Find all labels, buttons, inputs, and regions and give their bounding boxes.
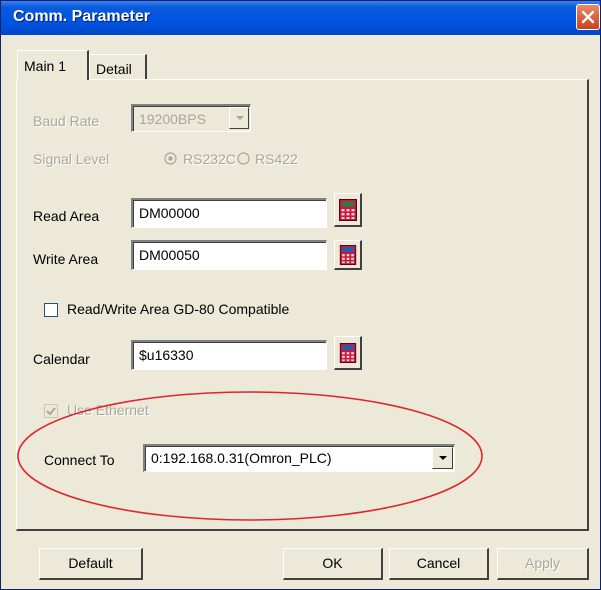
use-ethernet-checkbox (44, 404, 58, 418)
rs422-label: RS422 (255, 151, 298, 167)
use-ethernet-label: Use Ethernet (67, 402, 149, 418)
rs232c-label: RS232C (183, 151, 236, 167)
default-button[interactable]: Default (39, 548, 143, 580)
window-title: Comm. Parameter (13, 8, 150, 25)
close-button[interactable] (576, 4, 600, 30)
rs422-radio (237, 152, 250, 165)
tab-detail-label: Detail (96, 61, 132, 77)
calculator-icon (339, 199, 357, 221)
close-icon (581, 10, 595, 24)
connect-to-select[interactable]: 0:192.168.0.31(Omron_PLC) (143, 444, 455, 472)
read-area-value: DM00000 (139, 205, 200, 221)
calendar-input[interactable]: $u16330 (131, 340, 327, 370)
write-area-value: DM00050 (139, 247, 200, 263)
tab-main-1[interactable]: Main 1 (17, 50, 89, 80)
write-area-label: Write Area (33, 251, 99, 267)
cancel-button[interactable]: Cancel (389, 548, 489, 580)
baud-rate-dropdown-button (229, 107, 249, 129)
baud-rate-label: Baud Rate (33, 113, 100, 129)
connect-to-dropdown-button[interactable] (432, 447, 453, 469)
read-area-label: Read Area (33, 208, 100, 224)
baud-rate-select: 19200BPS (131, 104, 251, 132)
calendar-label: Calendar (33, 351, 90, 367)
write-area-calculator-button[interactable] (334, 240, 362, 270)
signal-level-label: Signal Level (33, 151, 110, 167)
calendar-value: $u16330 (139, 347, 194, 363)
connect-to-label: Connect To (44, 452, 115, 468)
comm-parameter-dialog: Comm. Parameter Main 1 Detail Baud Rate … (0, 0, 601, 590)
checkmark-icon (46, 407, 56, 416)
rs232c-radio (164, 152, 177, 165)
connect-to-value: 0:192.168.0.31(Omron_PLC) (151, 450, 332, 466)
apply-button: Apply (497, 548, 589, 580)
chevron-down-icon (236, 116, 244, 120)
calculator-icon (339, 343, 357, 363)
read-area-input[interactable]: DM00000 (131, 198, 327, 228)
baud-rate-value: 19200BPS (139, 111, 206, 127)
gd80-compatible-label: Read/Write Area GD-80 Compatible (67, 301, 290, 317)
ok-button[interactable]: OK (283, 548, 383, 580)
write-area-input[interactable]: DM00050 (131, 240, 327, 270)
calendar-calculator-button[interactable] (334, 336, 362, 370)
read-area-calculator-button[interactable] (334, 193, 362, 227)
tab-detail[interactable]: Detail (89, 54, 147, 80)
title-bar[interactable]: Comm. Parameter (1, 1, 600, 35)
tab-main-1-label: Main 1 (24, 58, 67, 74)
chevron-down-icon (439, 456, 447, 460)
calculator-icon (339, 245, 357, 265)
gd80-compatible-checkbox[interactable] (44, 303, 58, 317)
